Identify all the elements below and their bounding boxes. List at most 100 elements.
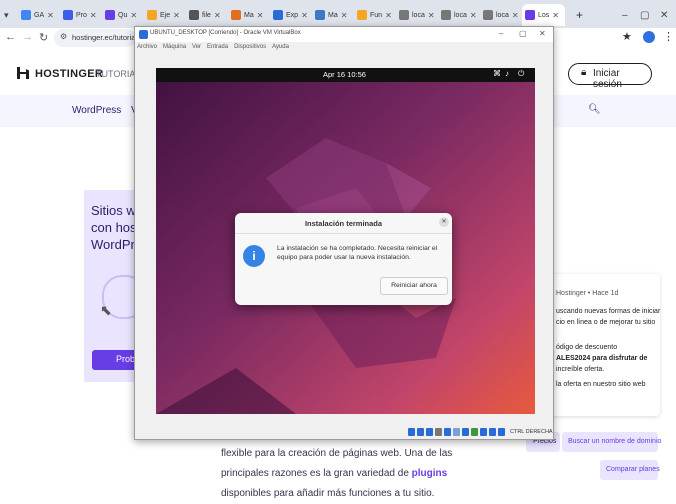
vbox-menu-item[interactable]: Ver [192,44,201,50]
search-icon[interactable]: 🔍︎ [588,104,601,115]
device-icon[interactable] [471,428,478,436]
install-complete-dialog: Instalación terminada ✕ i La instalación… [235,213,452,305]
device-icon[interactable] [453,428,460,436]
tab-favicon-icon [147,10,157,20]
device-icon[interactable] [417,428,424,436]
back-icon[interactable]: ← [5,31,16,43]
tab-close-icon[interactable]: ✕ [173,11,180,20]
cursor-icon: ⬉ [100,302,112,318]
device-icon[interactable] [480,428,487,436]
vbox-close-button[interactable]: ✕ [539,29,546,38]
tab-label: Exp [286,11,299,19]
vbox-menu-item[interactable]: Dispositivos [234,44,266,50]
vbox-title: UBUNTU_DESKTOP [Corriendo] - Oracle VM V… [150,30,301,36]
device-icon[interactable] [489,428,496,436]
browser-tab[interactable]: Qu ✕ [102,4,145,26]
info-icon: i [243,245,265,267]
vbox-menu-item[interactable]: Ayuda [272,44,289,50]
minimize-button[interactable]: – [622,4,632,26]
tab-close-icon[interactable]: ✕ [470,11,477,20]
tab-close-icon[interactable]: ✕ [301,11,308,20]
volume-icon[interactable]: ♪ [505,69,509,78]
tab-list-button[interactable]: ▾ [4,4,18,26]
browser-tab[interactable]: file ✕ [186,4,229,26]
user-lock-icon: 🔒︎ [581,67,587,78]
device-icon[interactable] [426,428,433,436]
tab-favicon-icon [63,10,73,20]
browser-tab[interactable]: loca ✕ [480,4,523,26]
device-icon[interactable] [444,428,451,436]
tab-favicon-icon [357,10,367,20]
tab-close-icon[interactable]: ✕ [341,11,348,20]
card-line: ALES2024 para disfrutar de [556,355,648,362]
tab-label: Eje [160,11,171,19]
tab-close-icon[interactable]: ✕ [428,11,435,20]
tab-label: Qu [118,11,128,19]
nav-wordpress[interactable]: WordPress [72,105,121,116]
device-icon[interactable] [498,428,505,436]
bookmark-star-icon[interactable]: ★ [622,30,632,43]
browser-tab[interactable]: loca ✕ [396,4,439,26]
address-bar[interactable]: ⚙ hostinger.ec/tutoriales [54,29,145,47]
device-icon[interactable] [462,428,469,436]
browser-tab[interactable]: Los ✕ [522,4,565,26]
card-spacer [556,328,660,342]
browser-tab-strip: ▾ GA ✕ Pro ✕ Qu ✕ Eje ✕ file ✕ Ma ✕ Exp ✕ Ma ✕ Fun ✕ loca ✕… [0,0,676,28]
tab-close-icon[interactable]: ✕ [512,11,519,20]
card-meta: Hostinger • Hace 1d [556,290,619,297]
device-icon[interactable] [408,428,415,436]
browser-tab[interactable]: GA ✕ [18,4,61,26]
browser-tab[interactable]: Ma ✕ [312,4,355,26]
card-line[interactable]: la oferta en nuestro sitio web [556,379,660,390]
promo-try-button[interactable]: Probar [92,350,143,370]
vbox-minimize-button[interactable]: – [499,29,503,38]
compare-plans-button[interactable]: Comparar planes [600,460,660,480]
ubuntu-clock[interactable]: Apr 16 10:56 [323,70,366,79]
browser-menu-icon[interactable]: ⋮ [663,30,674,43]
host-key-label: CTRL DERECHA [510,429,553,435]
tab-close-icon[interactable]: ✕ [130,11,137,20]
plugins-link[interactable]: plugins [412,468,448,479]
tab-close-icon[interactable]: ✕ [257,11,264,20]
site-info-icon[interactable]: ⚙ [60,32,67,41]
article-text: flexible para la creación de páginas web… [221,444,452,504]
tab-favicon-icon [399,10,409,20]
profile-avatar[interactable] [643,31,655,43]
vbox-menu-item[interactable]: Entrada [207,44,228,50]
tab-label: Ma [328,11,338,19]
card-line: increíble oferta. [556,366,605,373]
browser-tab[interactable]: Ma ✕ [228,4,271,26]
card-line: ódigo de descuento [556,344,618,351]
maximize-button[interactable]: ▢ [640,4,652,26]
reload-icon[interactable]: ↻ [39,31,48,44]
close-window-button[interactable]: ✕ [660,4,672,26]
browser-tab[interactable]: Exp ✕ [270,4,313,26]
vbox-maximize-button[interactable]: ▢ [519,29,527,38]
browser-tab[interactable]: Pro ✕ [60,4,103,26]
domain-search-button[interactable]: Buscar un nombre de dominio [562,432,661,452]
browser-tab[interactable]: Eje ✕ [144,4,187,26]
tab-close-icon[interactable]: ✕ [47,11,54,20]
browser-tab[interactable]: Fun ✕ [354,4,397,26]
login-button[interactable]: 🔒︎ Iniciar sesión [568,63,652,90]
dialog-close-icon[interactable]: ✕ [439,217,449,227]
tab-close-icon[interactable]: ✕ [214,11,221,20]
tab-close-icon[interactable]: ✕ [90,11,97,20]
tab-close-icon[interactable]: ✕ [385,11,392,20]
vbox-menu-item[interactable]: Máquina [163,44,186,50]
restart-now-button[interactable]: Reiniciar ahora [380,277,448,295]
forward-icon[interactable]: → [22,31,33,43]
tab-close-icon[interactable]: ✕ [552,11,559,20]
tab-favicon-icon [273,10,283,20]
browser-tab[interactable]: loca ✕ [438,4,481,26]
new-tab-button[interactable]: + [576,4,588,26]
device-icon[interactable] [435,428,442,436]
logo-text[interactable]: HOSTINGER [35,68,103,80]
vm-screen: Apr 16 10:56 ⌘ ♪ ⏻ Instalación terminada… [156,68,535,414]
tab-favicon-icon [189,10,199,20]
vbox-menu-item[interactable]: Archivo [137,44,157,50]
dialog-message: La instalación se ha completado. Necesit… [277,245,438,261]
network-icon[interactable]: ⌘ [493,69,501,78]
power-icon[interactable]: ⏻ [518,69,524,79]
hostinger-logo-icon[interactable] [16,66,30,80]
